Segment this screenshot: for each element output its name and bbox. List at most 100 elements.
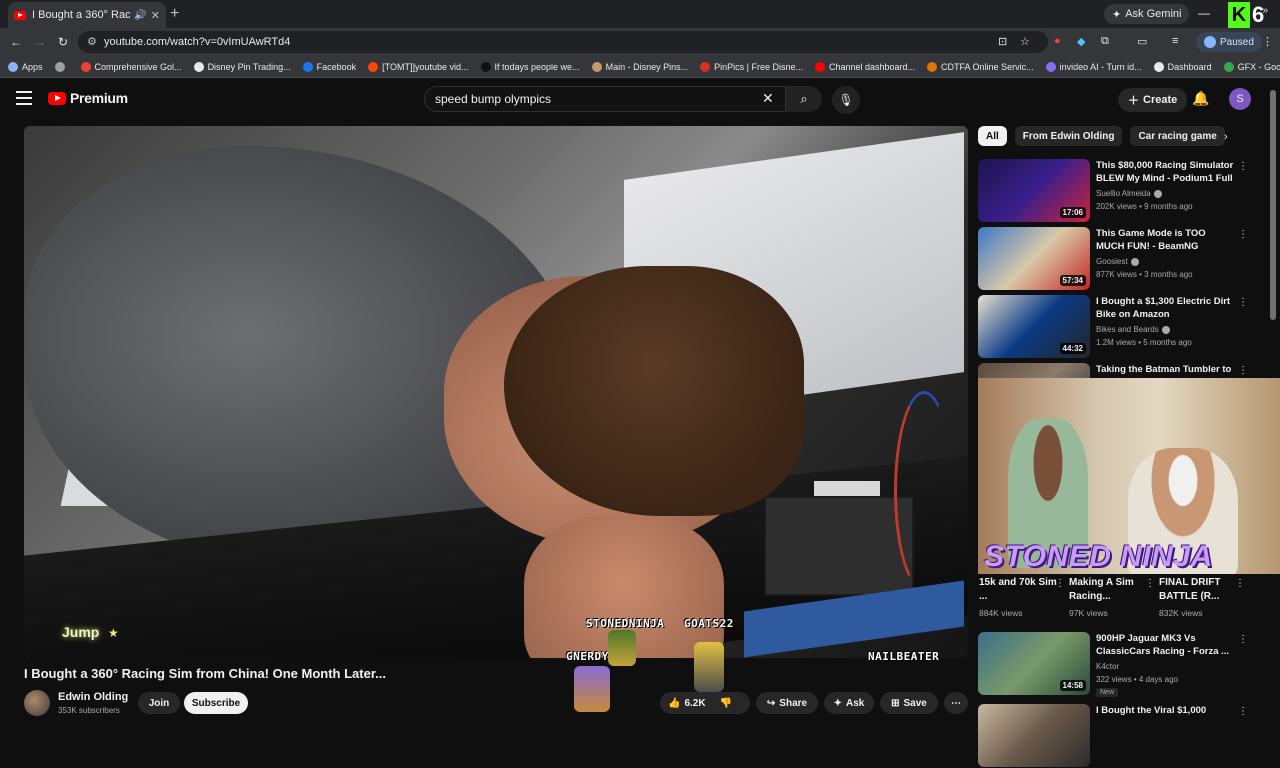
recommendation-title[interactable]: This Game Mode is TOO MUCH FUN! - BeamNG [1096,227,1234,253]
extensions-puzzle-icon[interactable]: ⧉ [1101,35,1109,48]
channel-avatar[interactable] [24,690,50,716]
install-app-icon[interactable]: ⊡ [998,35,1007,48]
join-button[interactable]: Join [138,692,180,714]
more-options-icon[interactable]: ⋮ [1235,578,1245,589]
short-item[interactable]: Making A Sim Racing... 97K views ⋮ [1069,576,1155,618]
create-label: Create [1143,94,1178,106]
chevron-right-icon[interactable]: › [1224,131,1228,143]
bookmark-star-icon[interactable]: ☆ [1020,35,1030,48]
bookmark-item[interactable]: PinPics | Free Disne... [700,61,803,72]
profile-paused-button[interactable]: Paused [1196,32,1262,52]
short-title[interactable]: FINAL DRIFT BATTLE (R... [1159,576,1245,604]
more-options-icon[interactable]: ⋮ [1145,578,1155,589]
search-input[interactable]: speed bump olympics [424,86,786,112]
recommendation-title[interactable]: I Bought a $1,300 Electric Dirt Bike on … [1096,295,1234,321]
more-options-icon[interactable]: ⋮ [1238,297,1248,308]
bookmark-item[interactable]: GFX - Google Drive [1223,61,1280,72]
voice-search-button[interactable]: 🎙 [832,86,860,114]
minimize-icon[interactable]: — [1198,6,1210,20]
more-options-icon[interactable]: ⋮ [1055,578,1065,589]
bookmark-item[interactable]: If todays people we... [480,61,580,72]
site-info-icon[interactable]: ⚙ [87,35,97,48]
bookmark-grid[interactable] [54,61,69,72]
page-scrollbar[interactable] [1270,90,1276,320]
video-thumbnail[interactable]: 14:58 [978,632,1090,695]
bookmark-item[interactable]: CDTFA Online Servic... [927,61,1034,72]
short-title[interactable]: 15k and 70k Sim ... [979,576,1065,604]
thumbs-up-icon[interactable]: 👍 [668,698,680,709]
more-options-icon[interactable]: ⋮ [1238,161,1248,172]
recommendation-title[interactable]: 900HP Jaguar MK3 Vs ClassicCars Racing -… [1096,632,1234,658]
forward-arrow-icon[interactable]: → [34,35,46,49]
search-button[interactable]: ⌕ [786,86,822,112]
more-options-icon[interactable]: ⋮ [1238,706,1248,717]
back-arrow-icon[interactable]: ← [10,35,22,49]
account-avatar[interactable]: S [1229,88,1251,110]
url-text[interactable]: youtube.com/watch?v=0vImUAwRTd4 [104,36,290,48]
search-query[interactable]: speed bump olympics [435,92,551,106]
bookmark-item[interactable]: [TOMT]]youtube vid... [368,61,469,72]
bookmarks-overflow-icon[interactable]: » [1262,5,1268,16]
extension-blue-icon[interactable]: ◆ [1077,35,1085,48]
chip-from-channel[interactable]: From Edwin Olding [1014,126,1123,146]
media-controls-icon[interactable]: ≡ [1172,35,1178,47]
more-options-icon[interactable]: ⋮ [1238,634,1248,645]
video-thumbnail[interactable]: 17:06 [978,159,1090,222]
speaker-icon[interactable]: 🔊 [134,10,146,21]
bookmark-item[interactable]: Dashboard [1153,61,1212,72]
more-options-icon[interactable]: ⋮ [1238,365,1248,376]
recommendation-item[interactable]: 57:34 This Game Mode is TOO MUCH FUN! - B… [978,227,1248,291]
bookmark-favicon-icon [1045,61,1056,72]
video-thumbnail[interactable]: 57:34 [978,227,1090,290]
bookmark-apps[interactable]: Apps [8,61,43,72]
chip-car-racing[interactable]: Car racing game [1130,126,1225,146]
recommendation-item[interactable]: I Bought the Viral $1,000 ⋮ [978,704,1248,768]
recommendation-item[interactable]: 44:32 I Bought a $1,300 Electric Dirt Bik… [978,295,1248,359]
channel-name[interactable]: Edwin Olding [58,691,128,703]
short-item[interactable]: FINAL DRIFT BATTLE (R... 832K views ⋮ [1159,576,1245,618]
recommendation-title[interactable]: This $80,000 Racing Simulator BLEW My Mi… [1096,159,1234,186]
browser-menu-icon[interactable]: ⋮ [1262,35,1273,48]
video-player[interactable]: Jump ★ [24,126,968,658]
bookmark-item[interactable]: Disney Pin Trading... [193,61,291,72]
thumbs-down-icon[interactable]: 👎 [720,698,732,709]
recommendation-channel[interactable]: Suellio Almeida [1096,189,1162,198]
recommendation-title[interactable]: I Bought the Viral $1,000 [1096,704,1234,717]
video-thumbnail[interactable]: 44:32 [978,295,1090,358]
short-title[interactable]: Making A Sim Racing... [1069,576,1155,604]
new-tab-button[interactable]: + [170,5,179,23]
bookmark-item[interactable]: invideo AI - Turn id... [1045,61,1142,72]
recommendation-item[interactable]: 14:58 900HP Jaguar MK3 Vs ClassicCars Rac… [978,632,1248,697]
clear-search-icon[interactable]: ✕ [762,90,774,107]
chip-all[interactable]: All [978,126,1007,146]
bookmark-item[interactable]: Channel dashboard... [814,61,915,72]
recommendation-item[interactable]: 17:06 This $80,000 Racing Simulator BLEW … [978,159,1248,223]
save-button[interactable]: ⊞ Save [880,692,938,714]
extension-red-icon[interactable]: ● [1054,35,1061,47]
subscribe-button[interactable]: Subscribe [184,692,248,714]
recommendation-title[interactable]: Taking the Batman Tumbler to [1096,363,1234,376]
more-actions-button[interactable]: ⋯ [944,692,968,714]
browser-tab-active[interactable]: I Bought a 360° Racing Sim 🔊 ✕ [8,2,166,28]
ask-button[interactable]: ✦ Ask [824,692,874,714]
recommendation-channel[interactable]: Bikes and Beards [1096,325,1170,334]
bookmark-item[interactable]: Facebook [302,61,356,72]
share-button[interactable]: ↪ Share [756,692,818,714]
bookmark-item[interactable]: Comprehensive Gol... [80,61,182,72]
youtube-premium-logo[interactable]: Premium [48,90,128,106]
notifications-bell-icon[interactable]: 🔔 [1192,90,1209,107]
recommendation-channel[interactable]: K4ctor [1096,662,1119,671]
address-bar[interactable]: ⚙ youtube.com/watch?v=0vImUAwRTd4 [78,31,1048,53]
split-view-icon[interactable]: ▭ [1137,35,1147,48]
close-tab-icon[interactable]: ✕ [151,9,160,22]
like-count[interactable]: 6.2K [684,698,705,709]
short-item[interactable]: 15k and 70k Sim ... 884K views ⋮ [979,576,1065,618]
more-options-icon[interactable]: ⋮ [1238,229,1248,240]
video-thumbnail[interactable] [978,704,1090,767]
recommendation-channel[interactable]: Goosiest [1096,257,1139,266]
create-button[interactable]: ＋ Create [1118,88,1188,112]
bookmark-item[interactable]: Main - Disney Pins... [591,61,688,72]
menu-hamburger-icon[interactable] [16,91,32,105]
reload-icon[interactable]: ↻ [58,35,68,49]
ask-gemini-button[interactable]: ✦ Ask Gemini [1104,4,1190,24]
